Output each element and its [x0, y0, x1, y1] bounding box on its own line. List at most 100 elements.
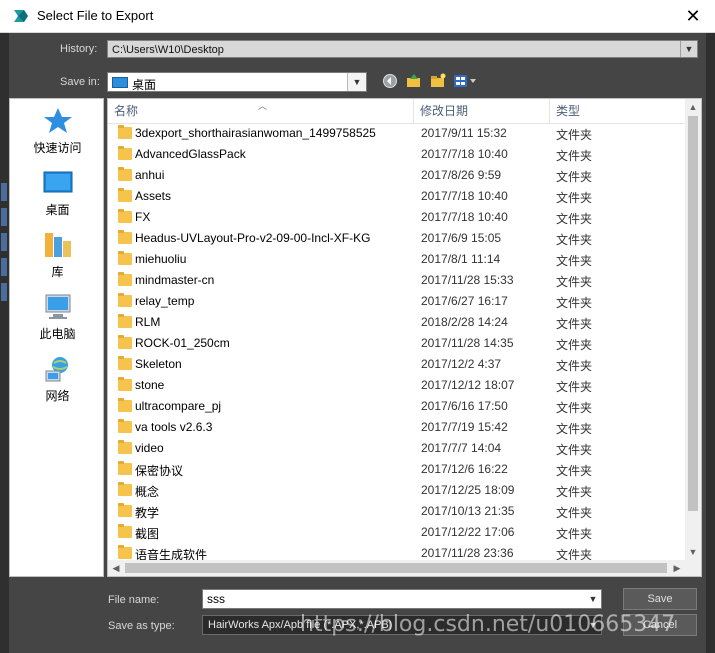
folder-icon: [118, 503, 132, 517]
file-name: 3dexport_shorthairasianwoman_1499758525: [135, 126, 376, 140]
file-name: mindmaster-cn: [135, 273, 215, 287]
network-icon: [43, 355, 73, 383]
desktop-icon: [43, 169, 73, 197]
chevron-down-icon[interactable]: ▼: [347, 73, 366, 91]
folder-icon: [118, 230, 132, 244]
file-date: 2018/2/28 14:24: [421, 315, 508, 329]
file-name: Assets: [135, 189, 172, 203]
file-row[interactable]: 截图 2017/12/22 17:06 文件夹: [108, 522, 685, 543]
file-type: 文件夹: [556, 485, 593, 499]
folder-icon: [118, 419, 132, 433]
horizontal-scrollbar[interactable]: ◀ ▶: [108, 560, 685, 576]
dialog-body: History: C:\Users\W10\Desktop ▼ Save in:…: [9, 33, 706, 653]
sort-up-icon: ︿: [258, 101, 268, 111]
file-row[interactable]: Assets 2017/7/18 10:40 文件夹: [108, 186, 685, 207]
file-row[interactable]: 概念 2017/12/25 18:09 文件夹: [108, 480, 685, 501]
file-row[interactable]: 保密协议 2017/12/6 16:22 文件夹: [108, 459, 685, 480]
scroll-thumb[interactable]: [125, 563, 667, 573]
file-list[interactable]: 名称 ︿ 修改日期 类型 3dexport_shorthairasianwoma…: [107, 98, 702, 577]
scroll-up-icon[interactable]: ▲: [685, 99, 701, 115]
file-row[interactable]: ultracompare_pj 2017/6/16 17:50 文件夹: [108, 396, 685, 417]
file-date: 2017/9/11 15:32: [421, 126, 507, 140]
file-row[interactable]: AdvancedGlassPack 2017/7/18 10:40 文件夹: [108, 144, 685, 165]
place-this-pc[interactable]: 此电脑: [10, 293, 105, 342]
file-name: ultracompare_pj: [135, 399, 222, 413]
folder-icon: [118, 209, 132, 223]
scroll-left-icon[interactable]: ◀: [108, 560, 124, 576]
up-folder-icon[interactable]: [405, 73, 423, 91]
file-date: 2017/6/9 15:05: [421, 231, 502, 245]
save-as-type-label: Save as type:: [108, 620, 175, 632]
window-title: Select File to Export: [37, 8, 154, 23]
file-name: stone: [135, 378, 165, 392]
new-folder-icon[interactable]: [429, 73, 447, 91]
scroll-right-icon[interactable]: ▶: [669, 560, 685, 576]
file-date: 2017/6/27 16:17: [421, 294, 508, 308]
file-row[interactable]: RLM 2018/2/28 14:24 文件夹: [108, 312, 685, 333]
place-desktop[interactable]: 桌面: [10, 169, 105, 218]
folder-icon: [118, 335, 132, 349]
file-name: 概念: [135, 485, 160, 499]
place-quick-access[interactable]: 快速访问: [10, 107, 105, 156]
file-row[interactable]: ROCK-01_250cm 2017/11/28 14:35 文件夹: [108, 333, 685, 354]
history-dropdown[interactable]: C:\Users\W10\Desktop ▼: [107, 40, 698, 58]
save-button[interactable]: Save: [623, 588, 697, 610]
file-row[interactable]: 3dexport_shorthairasianwoman_1499758525 2…: [108, 123, 685, 144]
close-button[interactable]: ✕: [676, 2, 710, 30]
background-marker: [1, 183, 7, 201]
file-type: 文件夹: [556, 275, 593, 289]
file-name: Headus-UVLayout-Pro-v2-09-00-Incl-XF-KG: [135, 231, 371, 245]
file-type: 文件夹: [556, 380, 593, 394]
background-marker: [1, 233, 7, 251]
folder-icon: [118, 272, 132, 286]
file-row[interactable]: mindmaster-cn 2017/11/28 15:33 文件夹: [108, 270, 685, 291]
file-type: 文件夹: [556, 464, 593, 478]
file-type: 文件夹: [556, 422, 593, 436]
place-label: 网络: [45, 389, 70, 403]
column-header-date[interactable]: 修改日期: [414, 99, 550, 123]
file-date: 2017/11/28 15:33: [421, 273, 514, 287]
folder-icon: [118, 440, 132, 454]
file-row[interactable]: relay_temp 2017/6/27 16:17 文件夹: [108, 291, 685, 312]
column-type-label: 类型: [556, 104, 581, 118]
file-date: 2017/11/28 23:36: [421, 546, 514, 560]
file-type: 文件夹: [556, 338, 593, 352]
back-icon[interactable]: [381, 73, 399, 91]
background-marker: [1, 258, 7, 276]
file-date: 2017/7/18 10:40: [421, 210, 508, 224]
file-date: 2017/12/12 18:07: [421, 378, 515, 392]
file-date: 2017/7/19 15:42: [421, 420, 508, 434]
background-panel-right: [706, 33, 715, 653]
file-date: 2017/8/26 9:59: [421, 168, 502, 182]
vertical-scrollbar[interactable]: ▲ ▼: [685, 99, 701, 560]
folder-icon: [118, 524, 132, 538]
column-header-type[interactable]: 类型: [550, 99, 685, 123]
file-date: 2017/12/22 17:06: [421, 525, 515, 539]
file-row[interactable]: Skeleton 2017/12/2 4:37 文件夹: [108, 354, 685, 375]
column-header-name[interactable]: 名称 ︿: [108, 99, 414, 123]
chevron-down-icon[interactable]: ▼: [680, 41, 697, 57]
file-row[interactable]: va tools v2.6.3 2017/7/19 15:42 文件夹: [108, 417, 685, 438]
file-row[interactable]: Headus-UVLayout-Pro-v2-09-00-Incl-XF-KG 2…: [108, 228, 685, 249]
file-name-combo[interactable]: ▼: [202, 589, 602, 609]
scroll-down-icon[interactable]: ▼: [685, 544, 701, 560]
file-name-input[interactable]: [205, 591, 579, 607]
place-library[interactable]: 库: [10, 231, 105, 280]
folder-icon: [118, 398, 132, 412]
file-row[interactable]: miehuoliu 2017/8/1 11:14 文件夹: [108, 249, 685, 270]
scroll-thumb[interactable]: [688, 116, 698, 511]
file-row[interactable]: video 2017/7/7 14:04 文件夹: [108, 438, 685, 459]
save-in-dropdown[interactable]: 桌面 ▼: [107, 72, 367, 92]
title-bar: Select File to Export ✕: [0, 0, 715, 33]
chevron-down-icon[interactable]: ▼: [585, 590, 601, 608]
folder-icon: [118, 545, 132, 559]
file-name: miehuoliu: [135, 252, 187, 266]
file-row[interactable]: stone 2017/12/12 18:07 文件夹: [108, 375, 685, 396]
file-row[interactable]: anhui 2017/8/26 9:59 文件夹: [108, 165, 685, 186]
place-network[interactable]: 网络: [10, 355, 105, 404]
file-row[interactable]: 教学 2017/10/13 21:35 文件夹: [108, 501, 685, 522]
file-name: AdvancedGlassPack: [135, 147, 246, 161]
view-menu-icon[interactable]: [453, 73, 479, 91]
file-type: 文件夹: [556, 191, 593, 205]
file-row[interactable]: FX 2017/7/18 10:40 文件夹: [108, 207, 685, 228]
